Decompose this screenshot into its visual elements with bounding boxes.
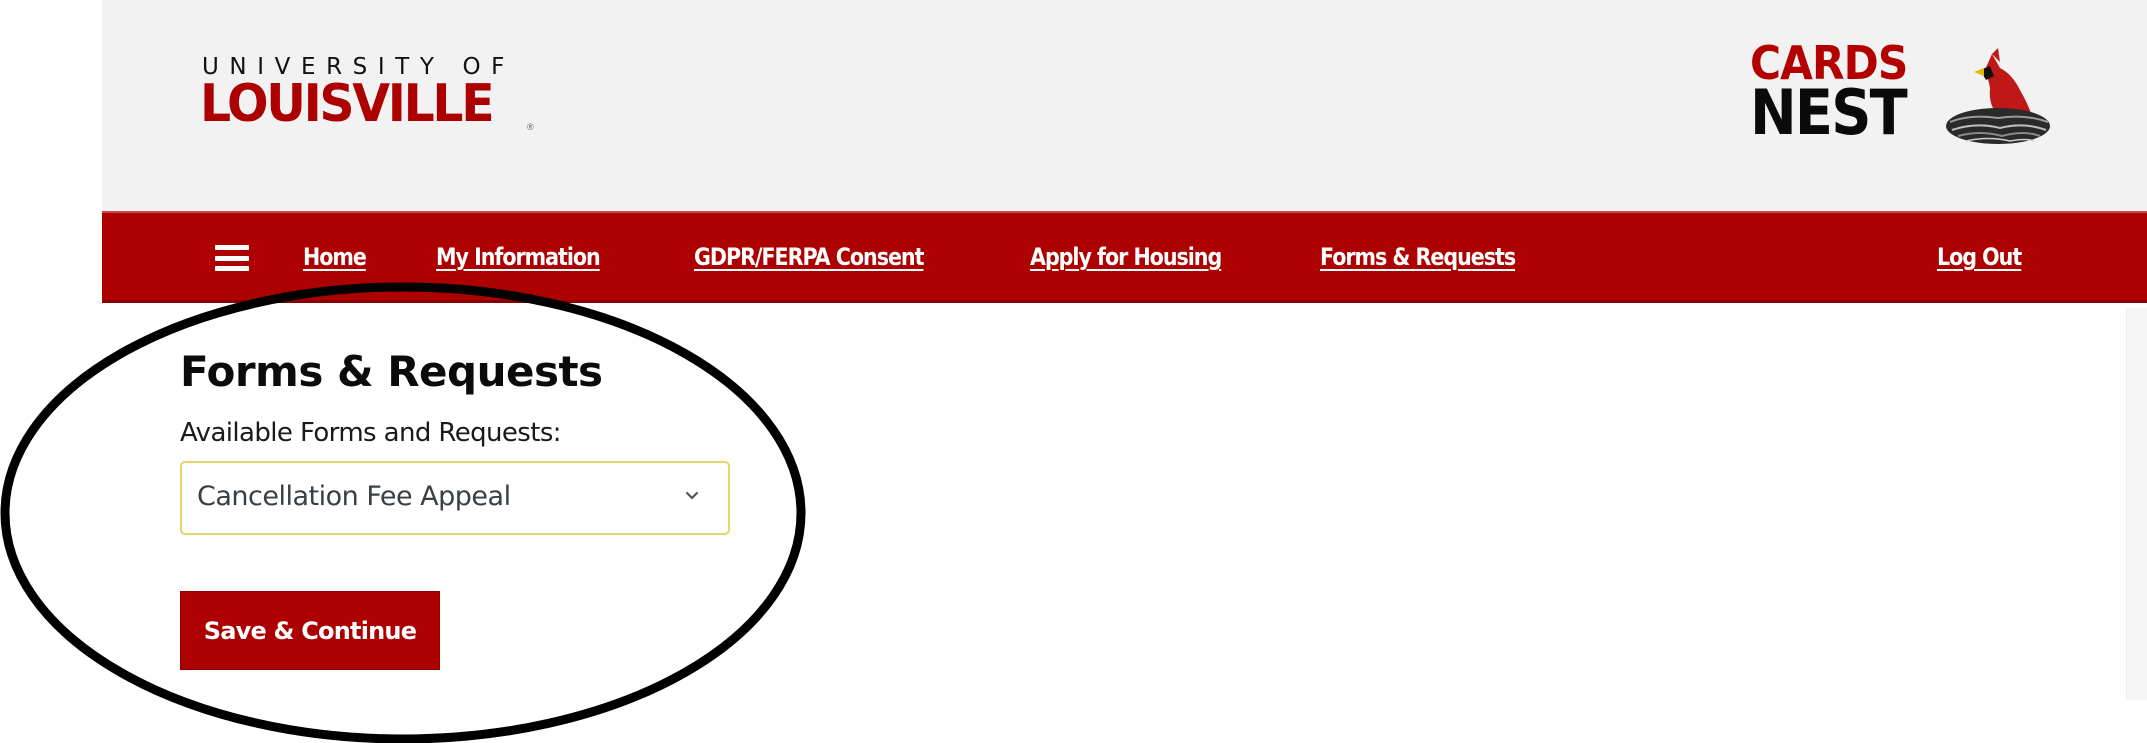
nav-home[interactable]: Home <box>303 243 367 271</box>
nav-log-out[interactable]: Log Out <box>1937 243 2022 271</box>
chevron-down-icon <box>685 491 699 500</box>
nav-gdpr-ferpa-consent[interactable]: GDPR/FERPA Consent <box>694 243 924 271</box>
nav-my-information[interactable]: My Information <box>436 243 601 271</box>
registered-mark: ® <box>527 122 534 132</box>
site-header: UNIVERSITY OF LOUISVILLE ® CARDS NEST <box>102 0 2147 211</box>
select-selected-value: Cancellation Fee Appeal <box>197 481 511 512</box>
main-navigation: Home My Information GDPR/FERPA Consent A… <box>102 211 2147 303</box>
page-title: Forms & Requests <box>180 347 603 396</box>
main-content: Forms & Requests Available Forms and Req… <box>102 303 2127 700</box>
logo-louisville-text: LOUISVILLE <box>200 74 495 134</box>
vertical-scrollbar[interactable] <box>2126 308 2147 700</box>
forms-requests-select[interactable]: Cancellation Fee Appeal <box>180 461 730 535</box>
logo-nest-text: NEST <box>1750 76 1908 149</box>
cardinal-in-nest-icon <box>1946 48 2050 144</box>
save-and-continue-button[interactable]: Save & Continue <box>180 591 440 670</box>
nav-apply-for-housing[interactable]: Apply for Housing <box>1030 243 1222 271</box>
forms-select-label: Available Forms and Requests: <box>180 418 562 448</box>
university-of-louisville-logo[interactable]: UNIVERSITY OF LOUISVILLE ® <box>200 52 534 137</box>
hamburger-menu-icon[interactable] <box>215 245 249 271</box>
page: UNIVERSITY OF LOUISVILLE ® CARDS NEST Ho… <box>102 0 2147 700</box>
cards-nest-logo[interactable]: CARDS NEST <box>1750 40 2050 149</box>
nav-forms-and-requests[interactable]: Forms & Requests <box>1320 243 1516 271</box>
